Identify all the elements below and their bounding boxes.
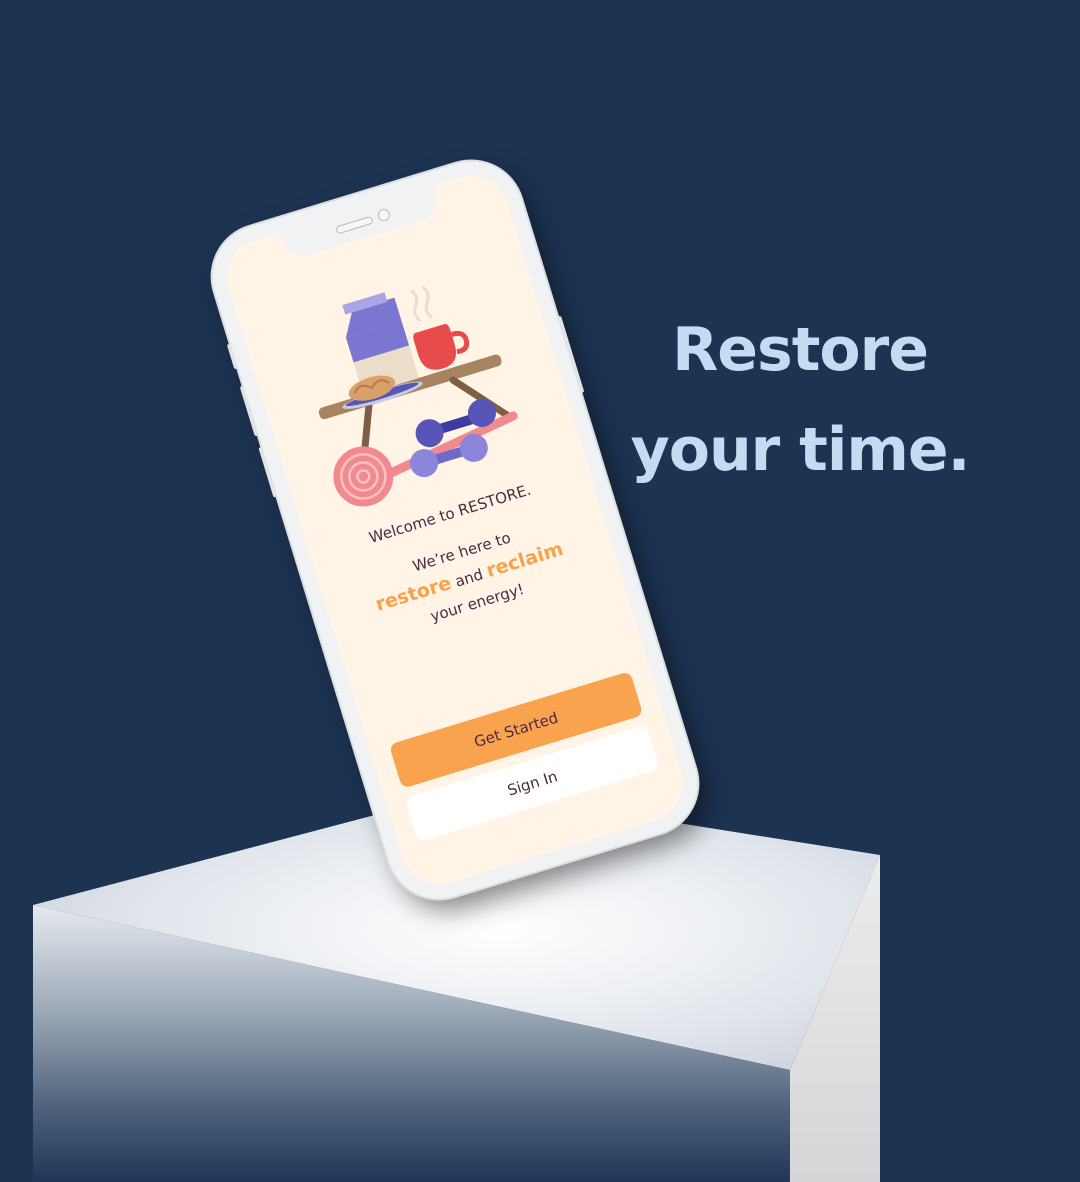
headline-line-2: your time. (630, 415, 971, 485)
headline-line-1: Restore (672, 315, 929, 385)
welcome-illustration (318, 285, 518, 507)
front-camera (376, 207, 392, 223)
sign-in-label: Sign In (505, 767, 560, 800)
headline: Restore your time. (610, 300, 990, 500)
tagline: We’re here to restore and reclaim your e… (318, 497, 620, 658)
speaker-grille (335, 215, 374, 235)
dumbbell-icon (410, 399, 496, 478)
get-started-label: Get Started (471, 708, 561, 752)
promo-scene: Restore your time. Welcome to RESTORE. W… (0, 0, 1080, 1182)
